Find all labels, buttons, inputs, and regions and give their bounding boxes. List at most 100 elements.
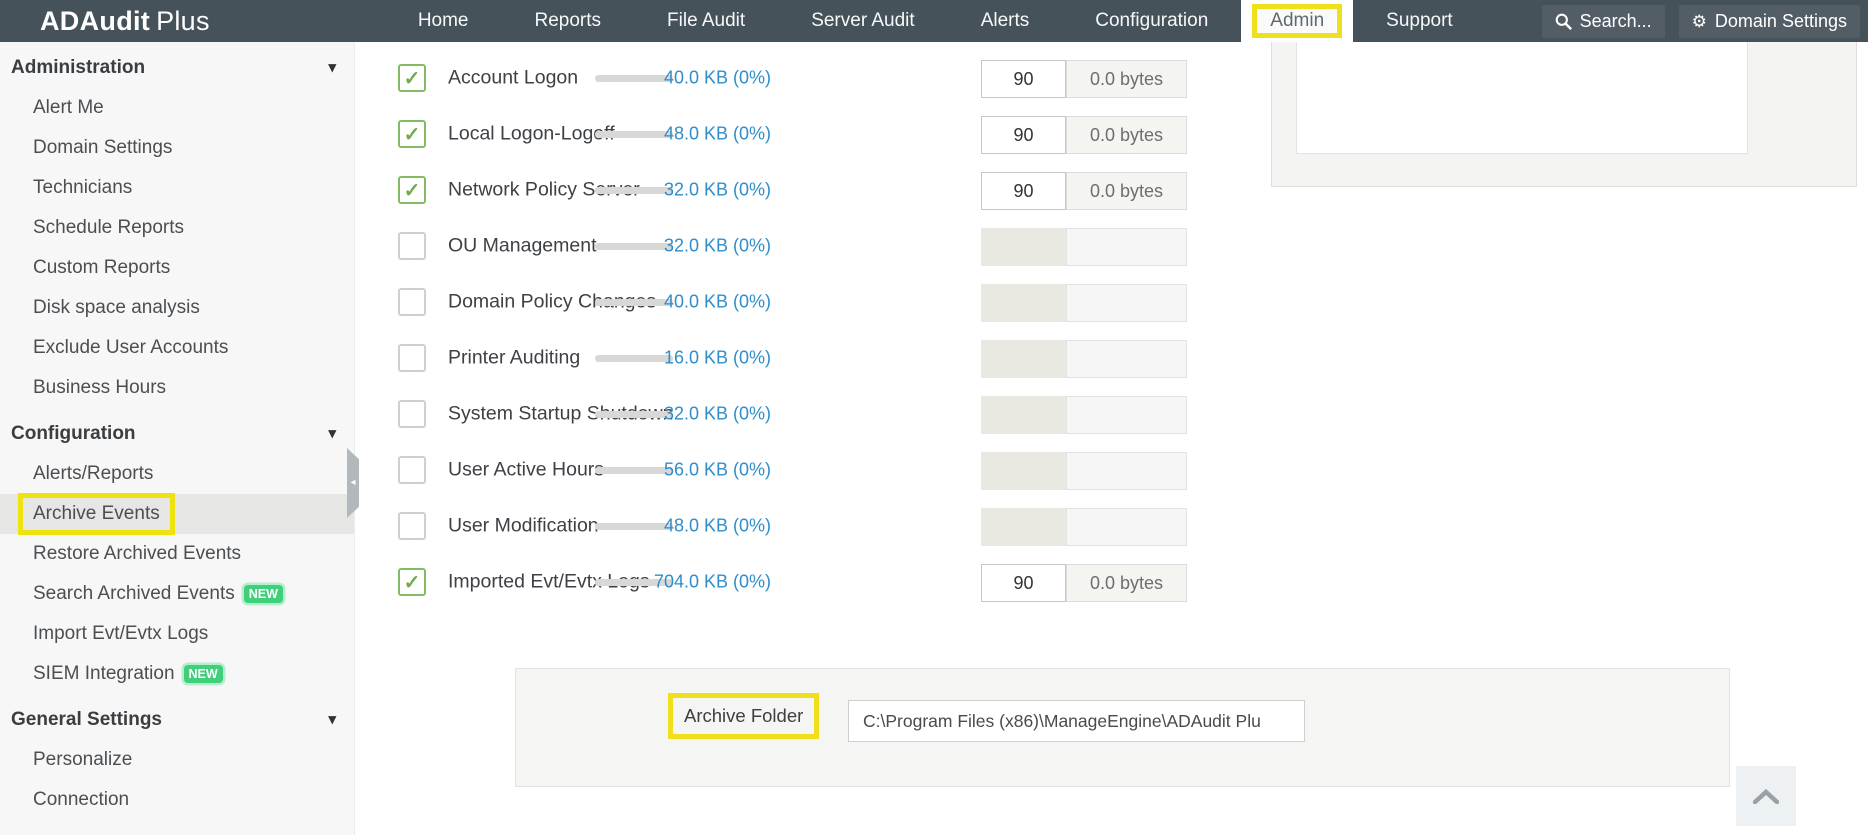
category-checkbox[interactable]: ✓	[398, 120, 426, 148]
category-label: Account Logon	[448, 67, 578, 90]
chevron-down-icon: ▾	[328, 58, 336, 76]
domain-settings-button[interactable]: ⚙ Domain Settings	[1679, 5, 1860, 38]
archived-size-field	[1066, 508, 1187, 546]
new-badge: NEW	[244, 585, 283, 603]
archive-category-row: Printer Auditing 16.0 KB (0%)	[375, 330, 1225, 386]
nav-item-file-audit[interactable]: File Audit	[634, 0, 778, 42]
sidebar-item-disk-space-analysis[interactable]: Disk space analysis	[0, 288, 354, 328]
retention-days-input	[981, 228, 1066, 266]
category-size-value: 32.0 KB (0%)	[643, 180, 771, 201]
sidebar-item-label: Alert Me	[33, 97, 104, 119]
archive-category-row: ✓Network Policy Server32.0 KB (0%)900.0 …	[375, 162, 1225, 218]
sidebar-section-general-settings[interactable]: General Settings▾	[0, 694, 354, 740]
sidebar-section-administration[interactable]: Administration▾	[0, 42, 354, 88]
sidebar-item-domain-settings[interactable]: Domain Settings	[0, 128, 354, 168]
chevron-down-icon: ▾	[328, 710, 336, 728]
category-size-value: 32.0 KB (0%)	[643, 404, 771, 425]
nav-item-configuration[interactable]: Configuration	[1062, 0, 1241, 42]
top-navigation-bar: ADAuditPlus HomeReportsFile AuditServer …	[0, 0, 1868, 42]
sidebar-collapse-handle[interactable]: ◂	[347, 448, 359, 518]
info-panel	[1271, 42, 1857, 187]
category-size-value: 48.0 KB (0%)	[643, 124, 771, 145]
archived-size-field	[1066, 228, 1187, 266]
retention-days-input	[981, 396, 1066, 434]
category-label: User Modification	[448, 515, 599, 538]
archived-size-field: 0.0 bytes	[1066, 116, 1187, 154]
highlight-annotation: Admin	[1252, 4, 1342, 38]
category-size-value: 56.0 KB (0%)	[643, 460, 771, 481]
sidebar-item-label: Import Evt/Evtx Logs	[33, 623, 208, 645]
sidebar-item-personalize[interactable]: Personalize	[0, 740, 354, 780]
archived-size-field	[1066, 396, 1187, 434]
sidebar-item-schedule-reports[interactable]: Schedule Reports	[0, 208, 354, 248]
category-checkbox[interactable]	[398, 512, 426, 540]
category-checkbox[interactable]	[398, 456, 426, 484]
category-label: Printer Auditing	[448, 347, 580, 370]
category-checkbox[interactable]	[398, 288, 426, 316]
retention-days-input[interactable]: 90	[981, 564, 1066, 602]
scroll-to-top-button[interactable]	[1736, 766, 1796, 826]
sidebar-item-business-hours[interactable]: Business Hours	[0, 368, 354, 408]
sidebar-item-label: Exclude User Accounts	[33, 337, 228, 359]
sidebar-item-siem-integration[interactable]: SIEM Integration NEW	[0, 654, 354, 694]
retention-days-input	[981, 508, 1066, 546]
sidebar-item-technicians[interactable]: Technicians	[0, 168, 354, 208]
sidebar-item-archive-events[interactable]: Archive Events	[0, 494, 354, 534]
category-label: Local Logon-Logoff	[448, 123, 615, 146]
new-badge: NEW	[184, 665, 223, 683]
sidebar-item-label: Technicians	[33, 177, 132, 199]
archive-folder-input[interactable]: C:\Program Files (x86)\ManageEngine\ADAu…	[848, 700, 1305, 742]
sidebar-item-label: SIEM Integration	[33, 663, 175, 685]
category-label: OU Management	[448, 235, 597, 258]
retention-days-input[interactable]: 90	[981, 172, 1066, 210]
sidebar: Administration▾ Alert Me Domain Settings Te…	[0, 42, 355, 835]
sidebar-item-custom-reports[interactable]: Custom Reports	[0, 248, 354, 288]
category-size-value: 40.0 KB (0%)	[643, 68, 771, 89]
archive-category-row: ✓Account Logon40.0 KB (0%)900.0 bytes	[375, 50, 1225, 106]
archive-folder-panel: Archive Folder C:\Program Files (x86)\Ma…	[515, 668, 1730, 787]
nav-item-alerts[interactable]: Alerts	[948, 0, 1063, 42]
sidebar-item-restore-archived-events[interactable]: Restore Archived Events	[0, 534, 354, 574]
chevron-up-icon	[1753, 789, 1779, 804]
sidebar-item-exclude-user-accounts[interactable]: Exclude User Accounts	[0, 328, 354, 368]
retention-days-input[interactable]: 90	[981, 60, 1066, 98]
collapse-left-icon: ◂	[350, 478, 355, 488]
archive-category-list: ✓Account Logon40.0 KB (0%)900.0 bytes✓Lo…	[375, 42, 1225, 642]
category-checkbox[interactable]	[398, 400, 426, 428]
archived-size-field	[1066, 284, 1187, 322]
search-button[interactable]: Search...	[1542, 5, 1665, 38]
archive-category-row: System Startup Shutdown32.0 KB (0%)	[375, 386, 1225, 442]
category-checkbox[interactable]: ✓	[398, 568, 426, 596]
nav-right-controls: Search... ⚙ Domain Settings	[1542, 5, 1860, 38]
sidebar-item-alerts-reports[interactable]: Alerts/Reports	[0, 454, 354, 494]
retention-days-input	[981, 284, 1066, 322]
category-size-value: 16.0 KB (0%)	[643, 348, 771, 369]
sidebar-section-configuration[interactable]: Configuration▾	[0, 408, 354, 454]
sidebar-item-label: Search Archived Events	[33, 583, 235, 605]
archived-size-field: 0.0 bytes	[1066, 564, 1187, 602]
archive-category-row: Domain Policy Changes40.0 KB (0%)	[375, 274, 1225, 330]
category-checkbox[interactable]	[398, 344, 426, 372]
search-icon	[1555, 13, 1572, 30]
category-checkbox[interactable]: ✓	[398, 64, 426, 92]
sidebar-item-alert-me[interactable]: Alert Me	[0, 88, 354, 128]
sidebar-item-search-archived-events[interactable]: Search Archived Events NEW	[0, 574, 354, 614]
nav-item-support[interactable]: Support	[1353, 0, 1486, 42]
category-checkbox[interactable]: ✓	[398, 176, 426, 204]
category-size-value: 32.0 KB (0%)	[643, 236, 771, 257]
archive-category-row: ✓Imported Evt/Evtx Logs704.0 KB (0%)900.…	[375, 554, 1225, 610]
nav-item-admin[interactable]: Admin	[1241, 0, 1353, 42]
nav-item-home[interactable]: Home	[385, 0, 502, 42]
sidebar-item-import-evt-evtx-logs[interactable]: Import Evt/Evtx Logs	[0, 614, 354, 654]
retention-days-input	[981, 340, 1066, 378]
category-size-value: 48.0 KB (0%)	[643, 516, 771, 537]
nav-item-reports[interactable]: Reports	[502, 0, 635, 42]
retention-days-input	[981, 452, 1066, 490]
sidebar-item-connection[interactable]: Connection	[0, 780, 354, 820]
archived-size-field	[1066, 340, 1187, 378]
category-checkbox[interactable]	[398, 232, 426, 260]
info-panel-content	[1296, 42, 1748, 154]
domain-settings-label: Domain Settings	[1715, 11, 1847, 32]
nav-item-server-audit[interactable]: Server Audit	[778, 0, 948, 42]
retention-days-input[interactable]: 90	[981, 116, 1066, 154]
